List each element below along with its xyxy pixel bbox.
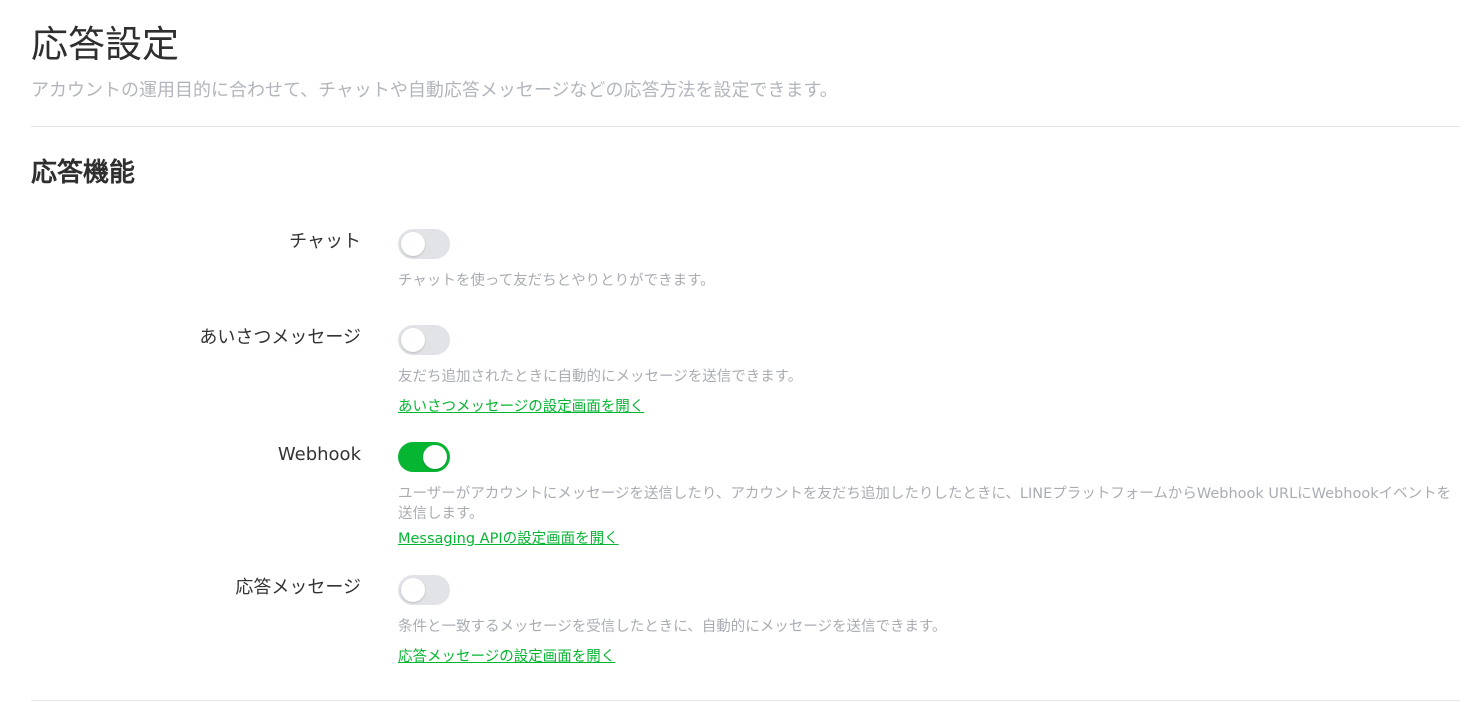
setting-content-greeting-message: 友だち追加されたときに自動的にメッセージを送信できます。 あいさつメッセージの設… — [398, 325, 1460, 416]
toggle-knob — [401, 232, 425, 256]
section-divider — [31, 700, 1460, 701]
page-title: 応答設定 — [31, 23, 179, 66]
section-title: 応答機能 — [31, 158, 136, 188]
setting-label-auto-reply: 応答メッセージ — [235, 577, 361, 598]
setting-description-webhook: ユーザーがアカウントにメッセージを送信したり、アカウントを友だち追加したりしたと… — [398, 486, 1452, 522]
setting-description-auto-reply: 条件と一致するメッセージを受信したときに、自動的にメッセージを送信できます。 — [398, 619, 947, 635]
webhook-toggle[interactable] — [398, 442, 450, 472]
setting-label-chat: チャット — [289, 231, 361, 252]
toggle-knob — [423, 445, 447, 469]
toggle-knob — [401, 328, 425, 352]
auto-reply-toggle[interactable] — [398, 575, 450, 605]
setting-content-webhook: ユーザーがアカウントにメッセージを送信したり、アカウントを友だち追加したりしたと… — [398, 442, 1460, 548]
chat-toggle[interactable] — [398, 229, 450, 259]
toggle-knob — [401, 578, 425, 602]
setting-label-greeting-message: あいさつメッセージ — [199, 327, 361, 348]
setting-label-webhook: Webhook — [277, 444, 361, 465]
greeting-message-settings-link[interactable]: あいさつメッセージの設定画面を開く — [398, 398, 644, 416]
setting-content-chat: チャットを使って友だちとやりとりができます。 — [398, 229, 1460, 291]
greeting-message-toggle[interactable] — [398, 325, 450, 355]
setting-description-greeting-message: 友だち追加されたときに自動的にメッセージを送信できます。 — [398, 369, 803, 385]
header-divider — [31, 126, 1460, 127]
setting-description-chat: チャットを使って友だちとやりとりができます。 — [398, 273, 715, 289]
auto-reply-settings-link[interactable]: 応答メッセージの設定画面を開く — [398, 648, 615, 666]
response-settings-page: 応答設定 アカウントの運用目的に合わせて、チャットや自動応答メッセージなどの応答… — [0, 0, 1483, 702]
setting-content-auto-reply: 条件と一致するメッセージを受信したときに、自動的にメッセージを送信できます。 応… — [398, 575, 1460, 666]
page-description: アカウントの運用目的に合わせて、チャットや自動応答メッセージなどの応答方法を設定… — [31, 80, 838, 101]
messaging-api-settings-link[interactable]: Messaging APIの設定画面を開く — [398, 530, 619, 548]
